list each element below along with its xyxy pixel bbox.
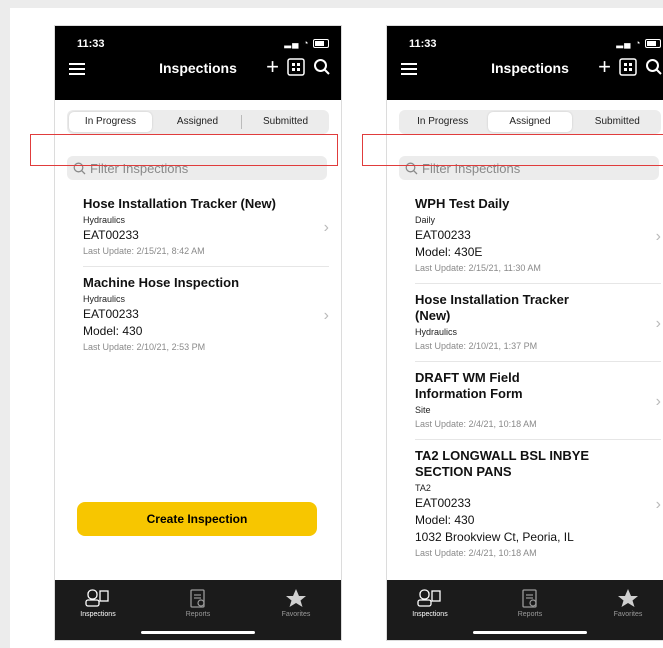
item-last-update: Last Update: 2/10/21, 1:37 PM bbox=[415, 341, 538, 351]
chevron-right-icon: › bbox=[655, 496, 661, 513]
item-category: Daily bbox=[415, 215, 436, 225]
item-asset: EAT00233 bbox=[415, 228, 471, 242]
reports-icon bbox=[190, 589, 205, 608]
status-time: 11:33 bbox=[77, 38, 105, 50]
bottom-tab-label: Reports bbox=[517, 611, 543, 618]
bottom-tab-inspections[interactable]: Inspections bbox=[395, 588, 465, 618]
chevron-right-icon: › bbox=[323, 306, 329, 324]
create-inspection-button[interactable]: Create Inspection bbox=[77, 502, 317, 536]
reports-icon bbox=[522, 589, 537, 608]
status-icons: ▂▄ ◔ bbox=[616, 38, 661, 49]
status-time: 11:33 bbox=[409, 38, 437, 50]
phone-in-progress: 11:33 ▂▄ ◔ Inspections + In Progress Ass… bbox=[54, 25, 342, 641]
bottom-tab-bar: Inspections Reports Favorites bbox=[387, 580, 663, 640]
inspection-list: WPH Test Daily Daily EAT00233 Model: 430… bbox=[415, 188, 661, 568]
list-item[interactable]: Machine Hose Inspection Hydraulics EAT00… bbox=[83, 267, 329, 362]
nav-actions: + bbox=[266, 56, 331, 78]
nav-actions: + bbox=[598, 56, 663, 78]
qr-scan-icon[interactable] bbox=[287, 58, 305, 76]
item-category: Hydraulics bbox=[83, 215, 126, 225]
item-category: TA2 bbox=[415, 483, 431, 493]
item-model: Model: 430 bbox=[415, 513, 475, 527]
bottom-tab-favorites[interactable]: Favorites bbox=[593, 588, 663, 618]
bottom-tab-inspections[interactable]: Inspections bbox=[63, 588, 133, 618]
bottom-tab-favorites[interactable]: Favorites bbox=[261, 588, 331, 618]
bottom-tab-label: Inspections bbox=[412, 611, 448, 618]
item-title: Machine Hose Inspection bbox=[83, 275, 240, 290]
tab-submitted[interactable]: Submitted bbox=[576, 112, 659, 132]
bottom-tab-label: Inspections bbox=[80, 611, 116, 618]
item-category: Site bbox=[415, 405, 431, 415]
screenshot-card: 11:33 ▂▄ ◔ Inspections + In Progress Ass… bbox=[10, 8, 663, 648]
top-bar: 11:33 ▂▄ ◔ Inspections + bbox=[387, 26, 663, 100]
qr-scan-icon[interactable] bbox=[619, 58, 637, 76]
item-last-update: Last Update: 2/15/21, 11:30 AM bbox=[415, 263, 541, 273]
bottom-tab-label: Favorites bbox=[613, 611, 643, 618]
tab-submitted[interactable]: Submitted bbox=[244, 112, 327, 132]
chevron-right-icon: › bbox=[655, 314, 661, 332]
list-item[interactable]: WPH Test Daily Daily EAT00233 Model: 430… bbox=[415, 188, 661, 284]
battery-icon bbox=[313, 39, 329, 49]
item-last-update: Last Update: 2/15/21, 8:42 AM bbox=[83, 246, 205, 256]
segmented-tabs: In Progress Assigned Submitted bbox=[399, 110, 661, 134]
item-asset: EAT00233 bbox=[415, 496, 471, 510]
chevron-right-icon: › bbox=[655, 392, 661, 410]
tab-in-progress[interactable]: In Progress bbox=[401, 112, 484, 132]
list-item[interactable]: DRAFT WM Field Information Form Site Las… bbox=[415, 362, 661, 440]
home-indicator bbox=[473, 631, 587, 634]
annotation-box-left bbox=[30, 134, 338, 166]
bottom-tab-reports[interactable]: Reports bbox=[163, 588, 233, 618]
inspection-list: Hose Installation Tracker (New) Hydrauli… bbox=[83, 188, 329, 362]
bottom-tab-label: Favorites bbox=[281, 611, 311, 618]
search-icon[interactable] bbox=[313, 58, 331, 76]
inspections-icon bbox=[85, 589, 109, 607]
status-icons: ▂▄ ◔ bbox=[284, 38, 329, 49]
bottom-tab-reports[interactable]: Reports bbox=[495, 588, 565, 618]
plus-icon[interactable]: + bbox=[266, 56, 279, 78]
item-title: Hose Installation Tracker (New) bbox=[415, 292, 569, 323]
top-bar: 11:33 ▂▄ ◔ Inspections + bbox=[55, 26, 341, 100]
inspections-icon bbox=[417, 589, 441, 607]
item-title: DRAFT WM Field Information Form bbox=[415, 370, 523, 401]
home-indicator bbox=[141, 631, 255, 634]
item-title: WPH Test Daily bbox=[415, 196, 510, 211]
item-category: Hydraulics bbox=[83, 294, 126, 304]
tab-divider bbox=[241, 115, 242, 129]
bottom-tab-bar: Inspections Reports Favorites bbox=[55, 580, 341, 640]
chevron-right-icon: › bbox=[323, 219, 329, 236]
item-asset: EAT00233 bbox=[83, 307, 139, 321]
list-item[interactable]: TA2 LONGWALL BSL INBYE SECTION PANS TA2 … bbox=[415, 440, 661, 568]
phone-assigned: 11:33 ▂▄ ◔ Inspections + In Progress Ass… bbox=[386, 25, 663, 641]
item-title: Hose Installation Tracker (New) bbox=[83, 196, 276, 211]
plus-icon[interactable]: + bbox=[598, 56, 611, 78]
tab-in-progress[interactable]: In Progress bbox=[69, 112, 152, 132]
list-item[interactable]: Hose Installation Tracker (New) Hydrauli… bbox=[415, 284, 661, 362]
list-item[interactable]: Hose Installation Tracker (New) Hydrauli… bbox=[83, 188, 329, 267]
segmented-tabs: In Progress Assigned Submitted bbox=[67, 110, 329, 134]
item-last-update: Last Update: 2/10/21, 2:53 PM bbox=[83, 342, 206, 352]
item-asset: EAT00233 bbox=[83, 228, 139, 242]
bottom-tab-label: Reports bbox=[185, 611, 211, 618]
search-icon[interactable] bbox=[645, 58, 663, 76]
tab-assigned[interactable]: Assigned bbox=[488, 112, 572, 132]
item-last-update: Last Update: 2/4/21, 10:18 AM bbox=[415, 419, 537, 429]
star-icon bbox=[618, 589, 638, 607]
battery-icon bbox=[645, 39, 661, 49]
chevron-right-icon: › bbox=[655, 227, 661, 245]
item-model: Model: 430 bbox=[83, 324, 143, 338]
item-title: TA2 LONGWALL BSL INBYE SECTION PANS bbox=[415, 448, 590, 479]
item-model: Model: 430E bbox=[415, 245, 483, 259]
tab-assigned[interactable]: Assigned bbox=[156, 112, 239, 132]
item-category: Hydraulics bbox=[415, 327, 458, 337]
star-icon bbox=[286, 589, 306, 607]
item-address: 1032 Brookview Ct, Peoria, IL bbox=[415, 530, 574, 544]
item-last-update: Last Update: 2/4/21, 10:18 AM bbox=[415, 548, 537, 558]
annotation-box-right bbox=[362, 134, 663, 166]
